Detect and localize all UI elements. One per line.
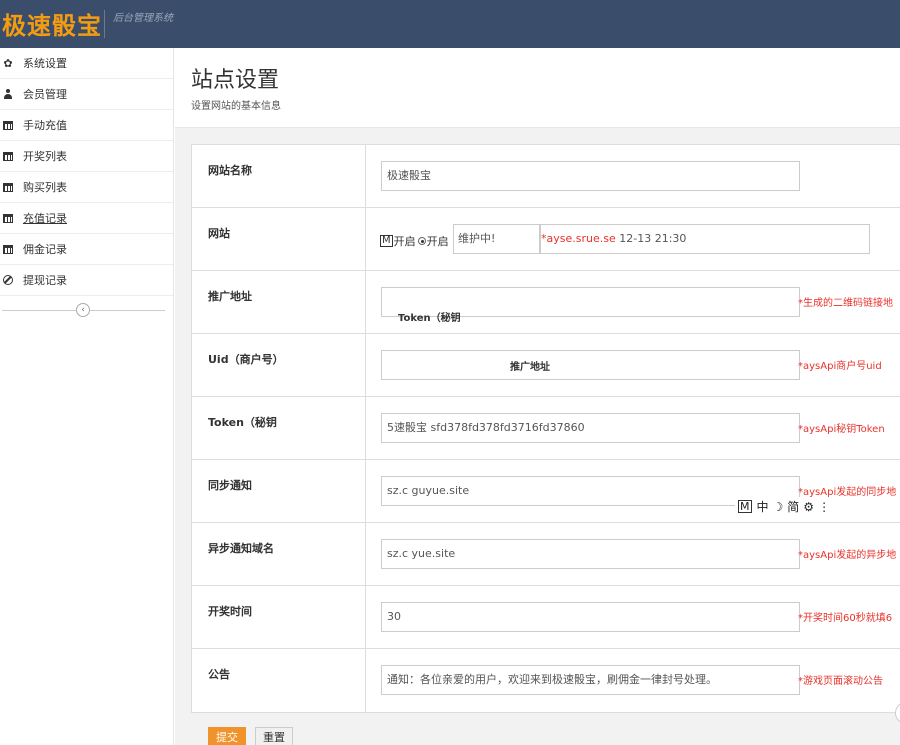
field-hint: *游戏页面滚动公告 (798, 676, 883, 687)
app-logo[interactable]: 极速骰宝 (2, 6, 102, 41)
more-icon[interactable]: ⋮ (818, 500, 830, 514)
field-label: Uid（商户号） (192, 334, 366, 396)
draw-time-input[interactable]: 30 (381, 602, 800, 632)
reset-button[interactable]: 重置 (255, 727, 293, 745)
sidebar-item-draw-list[interactable]: 开奖列表 (0, 141, 173, 172)
field-label: Token（秘钥 (192, 397, 366, 459)
sidebar-item-label: 系统设置 (23, 57, 67, 70)
site-status-radios: M 开启 开启 (380, 233, 449, 249)
sidebar-collapse-row: ‹ (0, 296, 173, 328)
sidebar-item-label: 购买列表 (23, 181, 67, 194)
site-url-red-text: *ayse.srue.se (541, 232, 616, 245)
sidebar-item-label: 开奖列表 (23, 150, 67, 163)
field-label: 公告 (192, 649, 366, 712)
site-name-input[interactable]: 极速骰宝 (381, 161, 800, 191)
overlay-token-label: Token（秘钥 (398, 313, 461, 324)
site-url-input[interactable]: *ayse.srue.se 12-13 21:30 (540, 224, 870, 254)
sidebar-item-members[interactable]: 会员管理 (0, 79, 173, 110)
field-hint: *aysApi发起的异步地 (798, 550, 897, 561)
sidebar-item-label: 手动充值 (23, 119, 67, 132)
field-label: 同步通知 (192, 460, 366, 522)
notice-input[interactable]: 通知：各位亲爱的用户，欢迎来到极速骰宝，刷佣金一律封号处理。 (381, 665, 800, 695)
page-description: 设置网站的基本信息 (191, 101, 281, 112)
form-row-site: 网站 M 开启 开启 维护中! *ayse.srue.se 12-13 21:3… (192, 208, 900, 271)
sidebar-item-label: 提现记录 (23, 274, 67, 287)
user-icon (2, 88, 14, 100)
calendar-icon (2, 119, 14, 131)
sidebar-item-purchase-list[interactable]: 购买列表 (0, 172, 173, 203)
gear-icon[interactable]: ⚙ (803, 500, 814, 514)
field-label: 推广地址 (192, 271, 366, 333)
overlay-promo-label: 推广地址 (510, 362, 550, 373)
top-header: 极速骰宝 后台管理系统 (0, 0, 900, 48)
radio-close-label[interactable]: 开启 (394, 233, 416, 249)
field-label: 异步通知域名 (192, 523, 366, 585)
uid-input[interactable] (381, 350, 800, 380)
maintenance-message-input[interactable]: 维护中! (453, 224, 540, 254)
settings-form: 网站名称 极速骰宝 网站 M 开启 开启 维护中! *ayse.srue.se … (191, 144, 900, 713)
calendar-icon (2, 243, 14, 255)
form-row-async-notify: 异步通知域名 sz.c yue.site *aysApi发起的异步地 (192, 523, 900, 586)
page-title: 站点设置 (191, 68, 280, 93)
logo-divider (104, 10, 105, 38)
calendar-icon (2, 212, 14, 224)
field-hint: *生成的二维码链接地 (798, 298, 893, 309)
sidebar-item-commission-records[interactable]: 佣金记录 (0, 234, 173, 265)
calendar-icon (2, 150, 14, 162)
ban-icon (2, 274, 14, 286)
field-label: 开奖时间 (192, 586, 366, 648)
form-row-notice: 公告 通知：各位亲爱的用户，欢迎来到极速骰宝，刷佣金一律封号处理。 *游戏页面滚… (192, 649, 900, 712)
sidebar-item-manual-recharge[interactable]: 手动充值 (0, 110, 173, 141)
form-row-uid: Uid（商户号） 推广地址 *aysApi商户号uid (192, 334, 900, 397)
sidebar-item-system-settings[interactable]: ✿ 系统设置 (0, 48, 173, 79)
ime-m-icon[interactable]: M (738, 500, 752, 513)
sidebar-item-withdraw-records[interactable]: 提现记录 (0, 265, 173, 296)
main-content: 站点设置 设置网站的基本信息 网站名称 极速骰宝 网站 M 开启 开启 维护中! (175, 48, 900, 745)
app-subtitle: 后台管理系统 (113, 13, 173, 24)
ime-toolbar: M 中 ☽ 简 ⚙ ⋮ (735, 497, 834, 516)
radio-open[interactable] (417, 237, 426, 245)
field-label: 网站名称 (192, 145, 366, 207)
form-row-draw-time: 开奖时间 30 *开奖时间60秒就填6 (192, 586, 900, 649)
form-row-site-name: 网站名称 极速骰宝 (192, 145, 900, 208)
sidebar-item-label: 会员管理 (23, 88, 67, 101)
field-hint: *aysApi发起的同步地 (798, 487, 897, 498)
sidebar-item-label: 充值记录 (23, 212, 67, 225)
async-notify-input[interactable]: sz.c yue.site (381, 539, 800, 569)
field-hint: *开奖时间60秒就填6 (798, 613, 893, 624)
sidebar-item-label: 佣金记录 (23, 243, 67, 256)
gear-icon: ✿ (3, 56, 13, 70)
form-row-promo-url: 推广地址 Token（秘钥 *生成的二维码链接地 (192, 271, 900, 334)
token-input[interactable]: 5速骰宝 sfd378fd378fd3716fd37860 (381, 413, 800, 443)
radio-open-label[interactable]: 开启 (427, 233, 449, 249)
sidebar: ✿ 系统设置 会员管理 手动充值 开奖列表 购买列表 充值记录 佣金记录 提现记… (0, 48, 174, 745)
ime-chinese-toggle[interactable]: 中 (757, 498, 769, 515)
field-hint: *aysApi秘钥Token (798, 424, 885, 435)
chevron-left-icon[interactable]: ‹ (76, 303, 90, 317)
form-row-token: Token（秘钥 5速骰宝 sfd378fd378fd3716fd37860 *… (192, 397, 900, 460)
submit-button[interactable]: 提交 (208, 727, 246, 745)
ime-simplified-toggle[interactable]: 简 (787, 498, 799, 515)
calendar-icon (2, 181, 14, 193)
site-url-grey-text: 12-13 21:30 (615, 232, 687, 245)
moon-icon[interactable]: ☽ (773, 500, 784, 514)
field-hint: *aysApi商户号uid (798, 361, 882, 372)
m-icon: M (380, 235, 393, 247)
field-label: 网站 (192, 208, 366, 270)
page-header: 站点设置 设置网站的基本信息 (175, 48, 900, 128)
sidebar-item-recharge-records[interactable]: 充值记录 (0, 203, 173, 234)
